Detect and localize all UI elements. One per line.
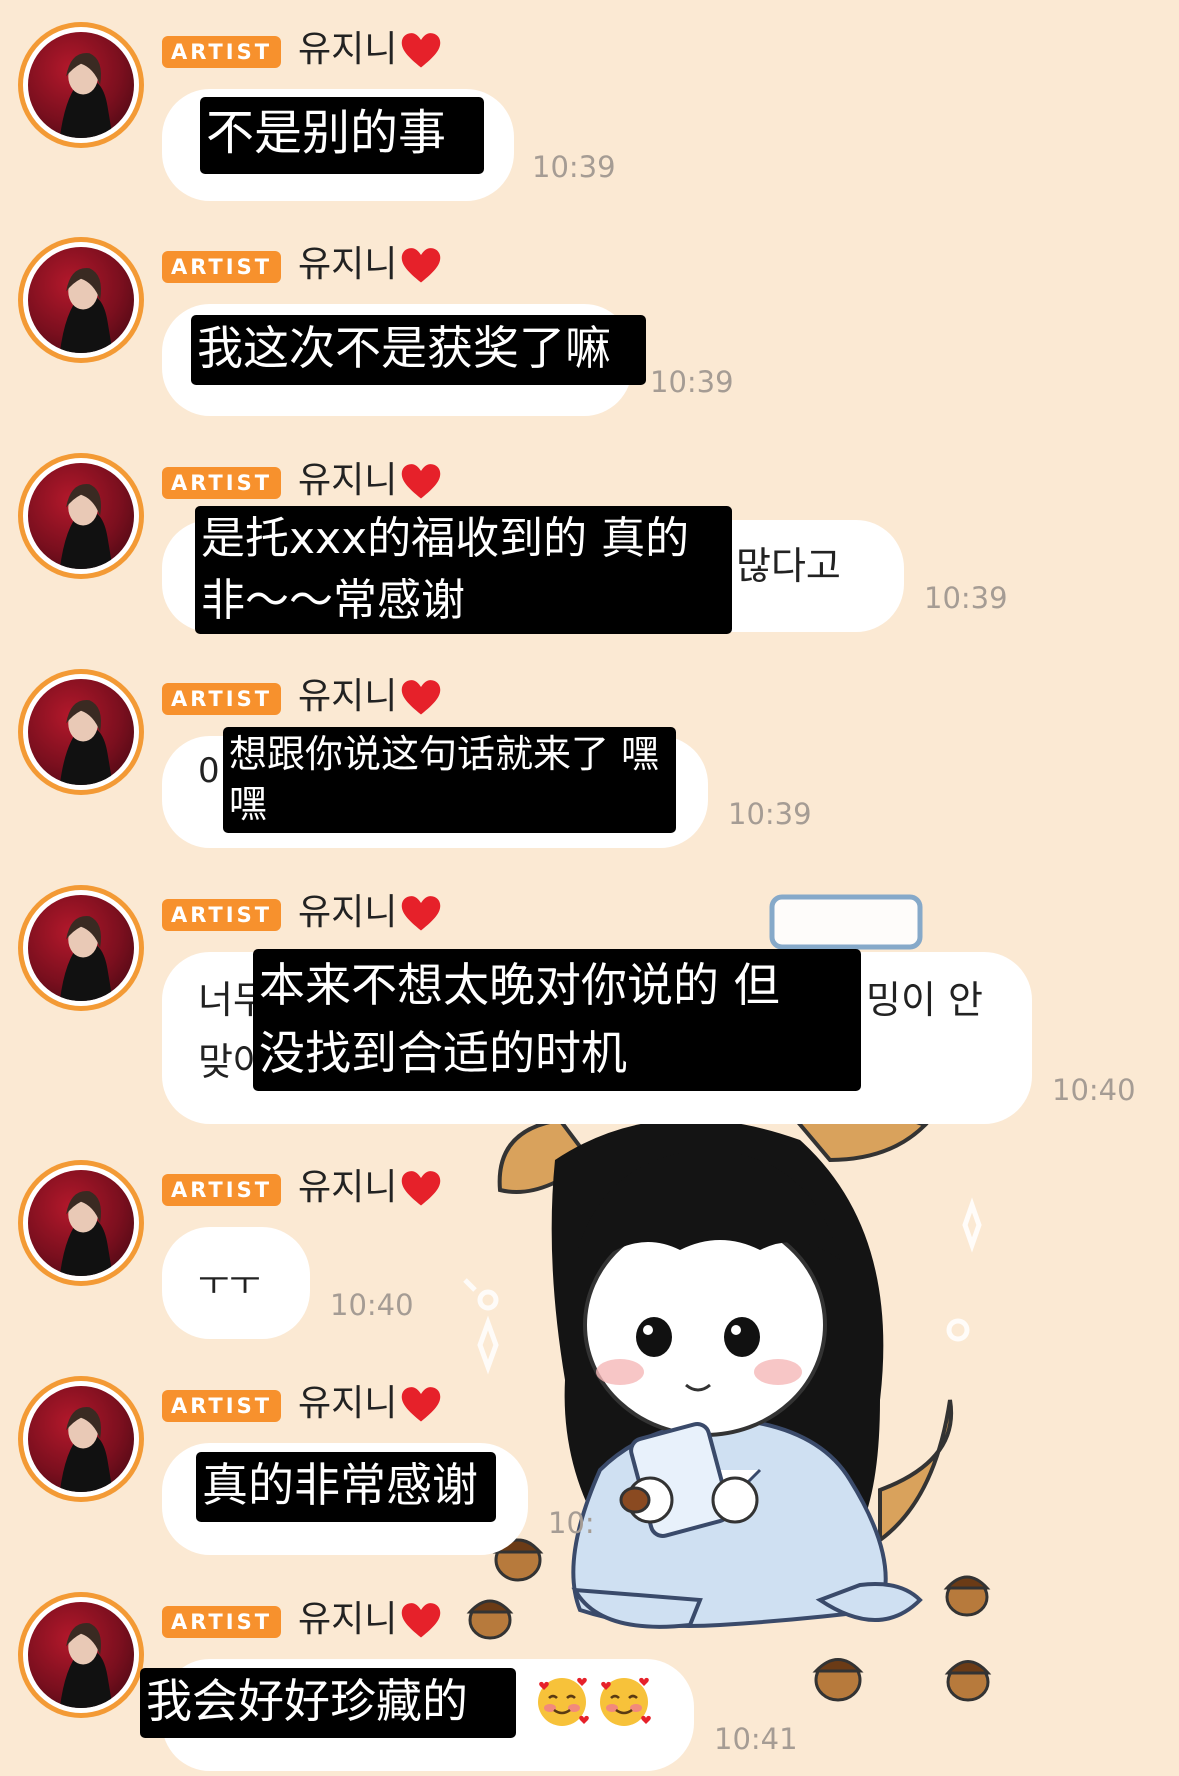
korean-text-peek: 맞아 [198, 1040, 258, 1084]
sender-name: 유지니 [298, 243, 443, 288]
caption-line: 没找到合适的时机 [259, 1026, 627, 1080]
artist-badge: ARTIST [162, 1390, 281, 1422]
caption-line: 是托xxx的福收到的 真的 [201, 513, 690, 564]
caption-line: 嘿 [229, 782, 268, 826]
caption-overlay: 真的非常感谢 [196, 1452, 496, 1522]
heart-icon [402, 896, 441, 931]
sender-name: 유지니 [298, 1382, 443, 1427]
message-row: ARTIST 유지니 不是别的事 10:39 [0, 18, 1179, 201]
message-row: ARTIST 유지니 真的非常感谢 10: [0, 1372, 1179, 1562]
avatar[interactable] [18, 1160, 144, 1286]
heart-icon [402, 33, 441, 68]
message-row: ARTIST 유지니 我会好好珍藏的 10:41 [0, 1588, 1179, 1776]
artist-badge: ARTIST [162, 251, 281, 283]
sender-name: 유지니 [298, 891, 443, 936]
artist-badge: ARTIST [162, 467, 281, 499]
avatar[interactable] [18, 237, 144, 363]
korean-text-peek: 0 [198, 751, 220, 791]
artist-badge: ARTIST [162, 1174, 281, 1206]
artist-badge: ARTIST [162, 36, 281, 68]
korean-text-peek: 많다고 [736, 544, 841, 588]
smiling-face-with-hearts-icon [600, 1677, 651, 1726]
artist-badge: ARTIST [162, 683, 281, 715]
message-row: ARTIST 유지니 0 想跟你说这句话就来了 嘿 嘿 10:39 [0, 665, 1179, 865]
avatar[interactable] [18, 669, 144, 795]
korean-text-peek: 너무 [198, 978, 258, 1022]
timestamp: 10:39 [532, 150, 616, 184]
caption-overlay: 我这次不是获奖了嘛 [191, 315, 646, 385]
message-row: ARTIST 유지니 많다고 是托xxx的福收到的 真的 非～～常感谢 10:3… [0, 449, 1179, 649]
heart-icon [402, 464, 441, 499]
avatar[interactable] [18, 22, 144, 148]
caption-overlay: 不是别的事 [200, 97, 484, 174]
sender-name: 유지니 [298, 1166, 443, 1211]
caption-overlay: 想跟你说这句话就来了 嘿 嘿 [223, 727, 676, 833]
smiling-face-with-hearts-icon [538, 1677, 589, 1726]
caption-line: 想跟你说这句话就来了 嘿 [229, 732, 660, 776]
heart-icon [402, 1171, 441, 1206]
avatar[interactable] [18, 885, 144, 1011]
artist-badge: ARTIST [162, 1606, 281, 1638]
timestamp: 10:39 [924, 581, 1008, 615]
message-row: ARTIST 유지니 ㅜㅜ 10:40 [0, 1156, 1179, 1346]
artist-badge: ARTIST [162, 899, 281, 931]
heart-icon [402, 1603, 441, 1638]
heart-icon [402, 1387, 441, 1422]
caption-overlay: 我会好好珍藏的 [140, 1668, 516, 1738]
avatar[interactable] [18, 453, 144, 579]
avatar[interactable] [18, 1376, 144, 1502]
timestamp-partial: 10: [548, 1506, 595, 1540]
timestamp: 10:40 [1052, 1073, 1136, 1107]
avatar[interactable] [18, 1592, 144, 1718]
heart-icon [402, 248, 441, 283]
timestamp: 10:39 [728, 797, 812, 831]
message-row: ARTIST 유지니 너무 맞아 밍이 안 本来不想太晚对你说的 但 没找到合适… [0, 881, 1179, 1124]
message-row: ARTIST 유지니 我这次不是获奖了嘛 10:39 [0, 233, 1179, 416]
caption-overlay: 是托xxx的福收到的 真的 非～～常感谢 [195, 506, 732, 634]
timestamp: 10:41 [714, 1722, 798, 1756]
timestamp: 10:39 [650, 365, 734, 399]
sender-name: 유지니 [298, 28, 443, 73]
message-text: ㅜㅜ [198, 1264, 261, 1304]
sender-name: 유지니 [298, 1598, 443, 1643]
timestamp: 10:40 [330, 1288, 414, 1322]
sender-name: 유지니 [298, 459, 443, 504]
korean-text-peek: 밍이 안 [866, 978, 983, 1022]
heart-icon [402, 680, 441, 715]
caption-line: 非～～常感谢 [201, 575, 465, 626]
sender-name: 유지니 [298, 675, 443, 720]
caption-line: 本来不想太晚对你说的 但 [259, 958, 780, 1012]
caption-overlay: 本来不想太晚对你说的 但 没找到合适的时机 [253, 949, 861, 1091]
